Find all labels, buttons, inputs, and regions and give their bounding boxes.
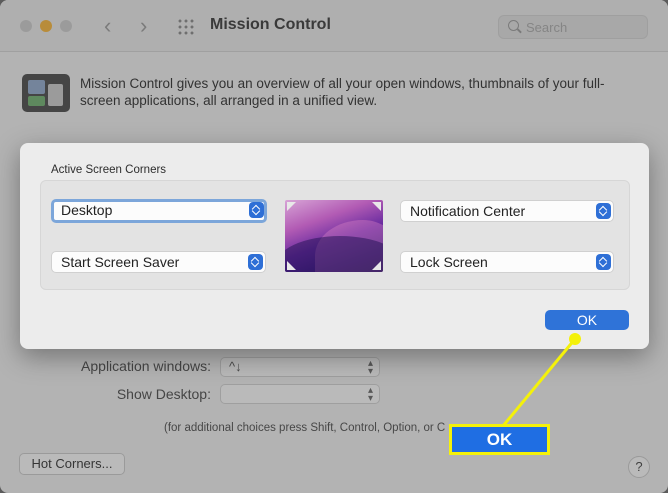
sheet-title: Active Screen Corners (51, 164, 167, 176)
show-all-grid-icon[interactable] (177, 18, 194, 35)
back-arrow-icon[interactable]: ‹ (104, 13, 111, 39)
bottom-right-corner-select[interactable]: Lock Screen (400, 251, 614, 273)
top-left-corner-select[interactable]: Desktop (51, 199, 267, 223)
top-left-corner-value: Desktop (61, 202, 113, 218)
mission-control-app-icon (22, 74, 70, 112)
top-right-corner-select[interactable]: Notification Center (400, 200, 614, 222)
corner-marker-top-right (372, 202, 381, 211)
shortcut-footnote: (for additional choices press Shift, Con… (164, 422, 446, 434)
bottom-left-corner-select[interactable]: Start Screen Saver (51, 251, 266, 273)
application-windows-shortcut-select[interactable]: ^↓ ▴ ▾ (220, 357, 380, 377)
corner-marker-top-left (287, 202, 296, 211)
corner-marker-bottom-left (287, 261, 296, 270)
application-windows-value: ^↓ (229, 359, 242, 374)
window-title: Mission Control (210, 16, 331, 33)
ok-button[interactable]: OK (545, 310, 629, 330)
stepper-icon (596, 254, 611, 270)
bottom-left-corner-value: Start Screen Saver (61, 254, 180, 270)
corner-marker-bottom-right (372, 261, 381, 270)
zoom-window-button[interactable] (60, 20, 72, 32)
title-bar: ‹ › Mission Control Search (0, 0, 668, 52)
pane-description: Mission Control gives you an overview of… (80, 76, 605, 108)
application-windows-label: Application windows: (81, 358, 211, 374)
top-right-corner-value: Notification Center (410, 203, 526, 219)
minimize-window-button[interactable] (40, 20, 52, 32)
help-button[interactable]: ? (628, 456, 650, 478)
search-icon (508, 20, 519, 31)
show-desktop-label: Show Desktop: (116, 386, 211, 402)
stepper-icon (248, 254, 263, 270)
search-field[interactable]: Search (498, 15, 648, 39)
chevron-updown-icon: ▴ ▾ (367, 358, 373, 377)
hot-corners-button[interactable]: Hot Corners... (19, 453, 125, 475)
active-screen-corners-sheet: Active Screen Corners Desktop Start Scre… (20, 143, 649, 349)
show-desktop-shortcut-select[interactable]: ▴ ▾ (220, 384, 380, 404)
desktop-preview-thumbnail (285, 200, 383, 272)
stepper-icon (249, 202, 264, 218)
forward-arrow-icon[interactable]: › (140, 13, 147, 39)
close-window-button[interactable] (20, 20, 32, 32)
chevron-updown-icon: ▴ ▾ (367, 385, 373, 404)
search-placeholder: Search (526, 20, 568, 35)
callout-ok-label: OK (449, 424, 550, 455)
bottom-right-corner-value: Lock Screen (410, 254, 488, 270)
stepper-icon (596, 203, 611, 219)
